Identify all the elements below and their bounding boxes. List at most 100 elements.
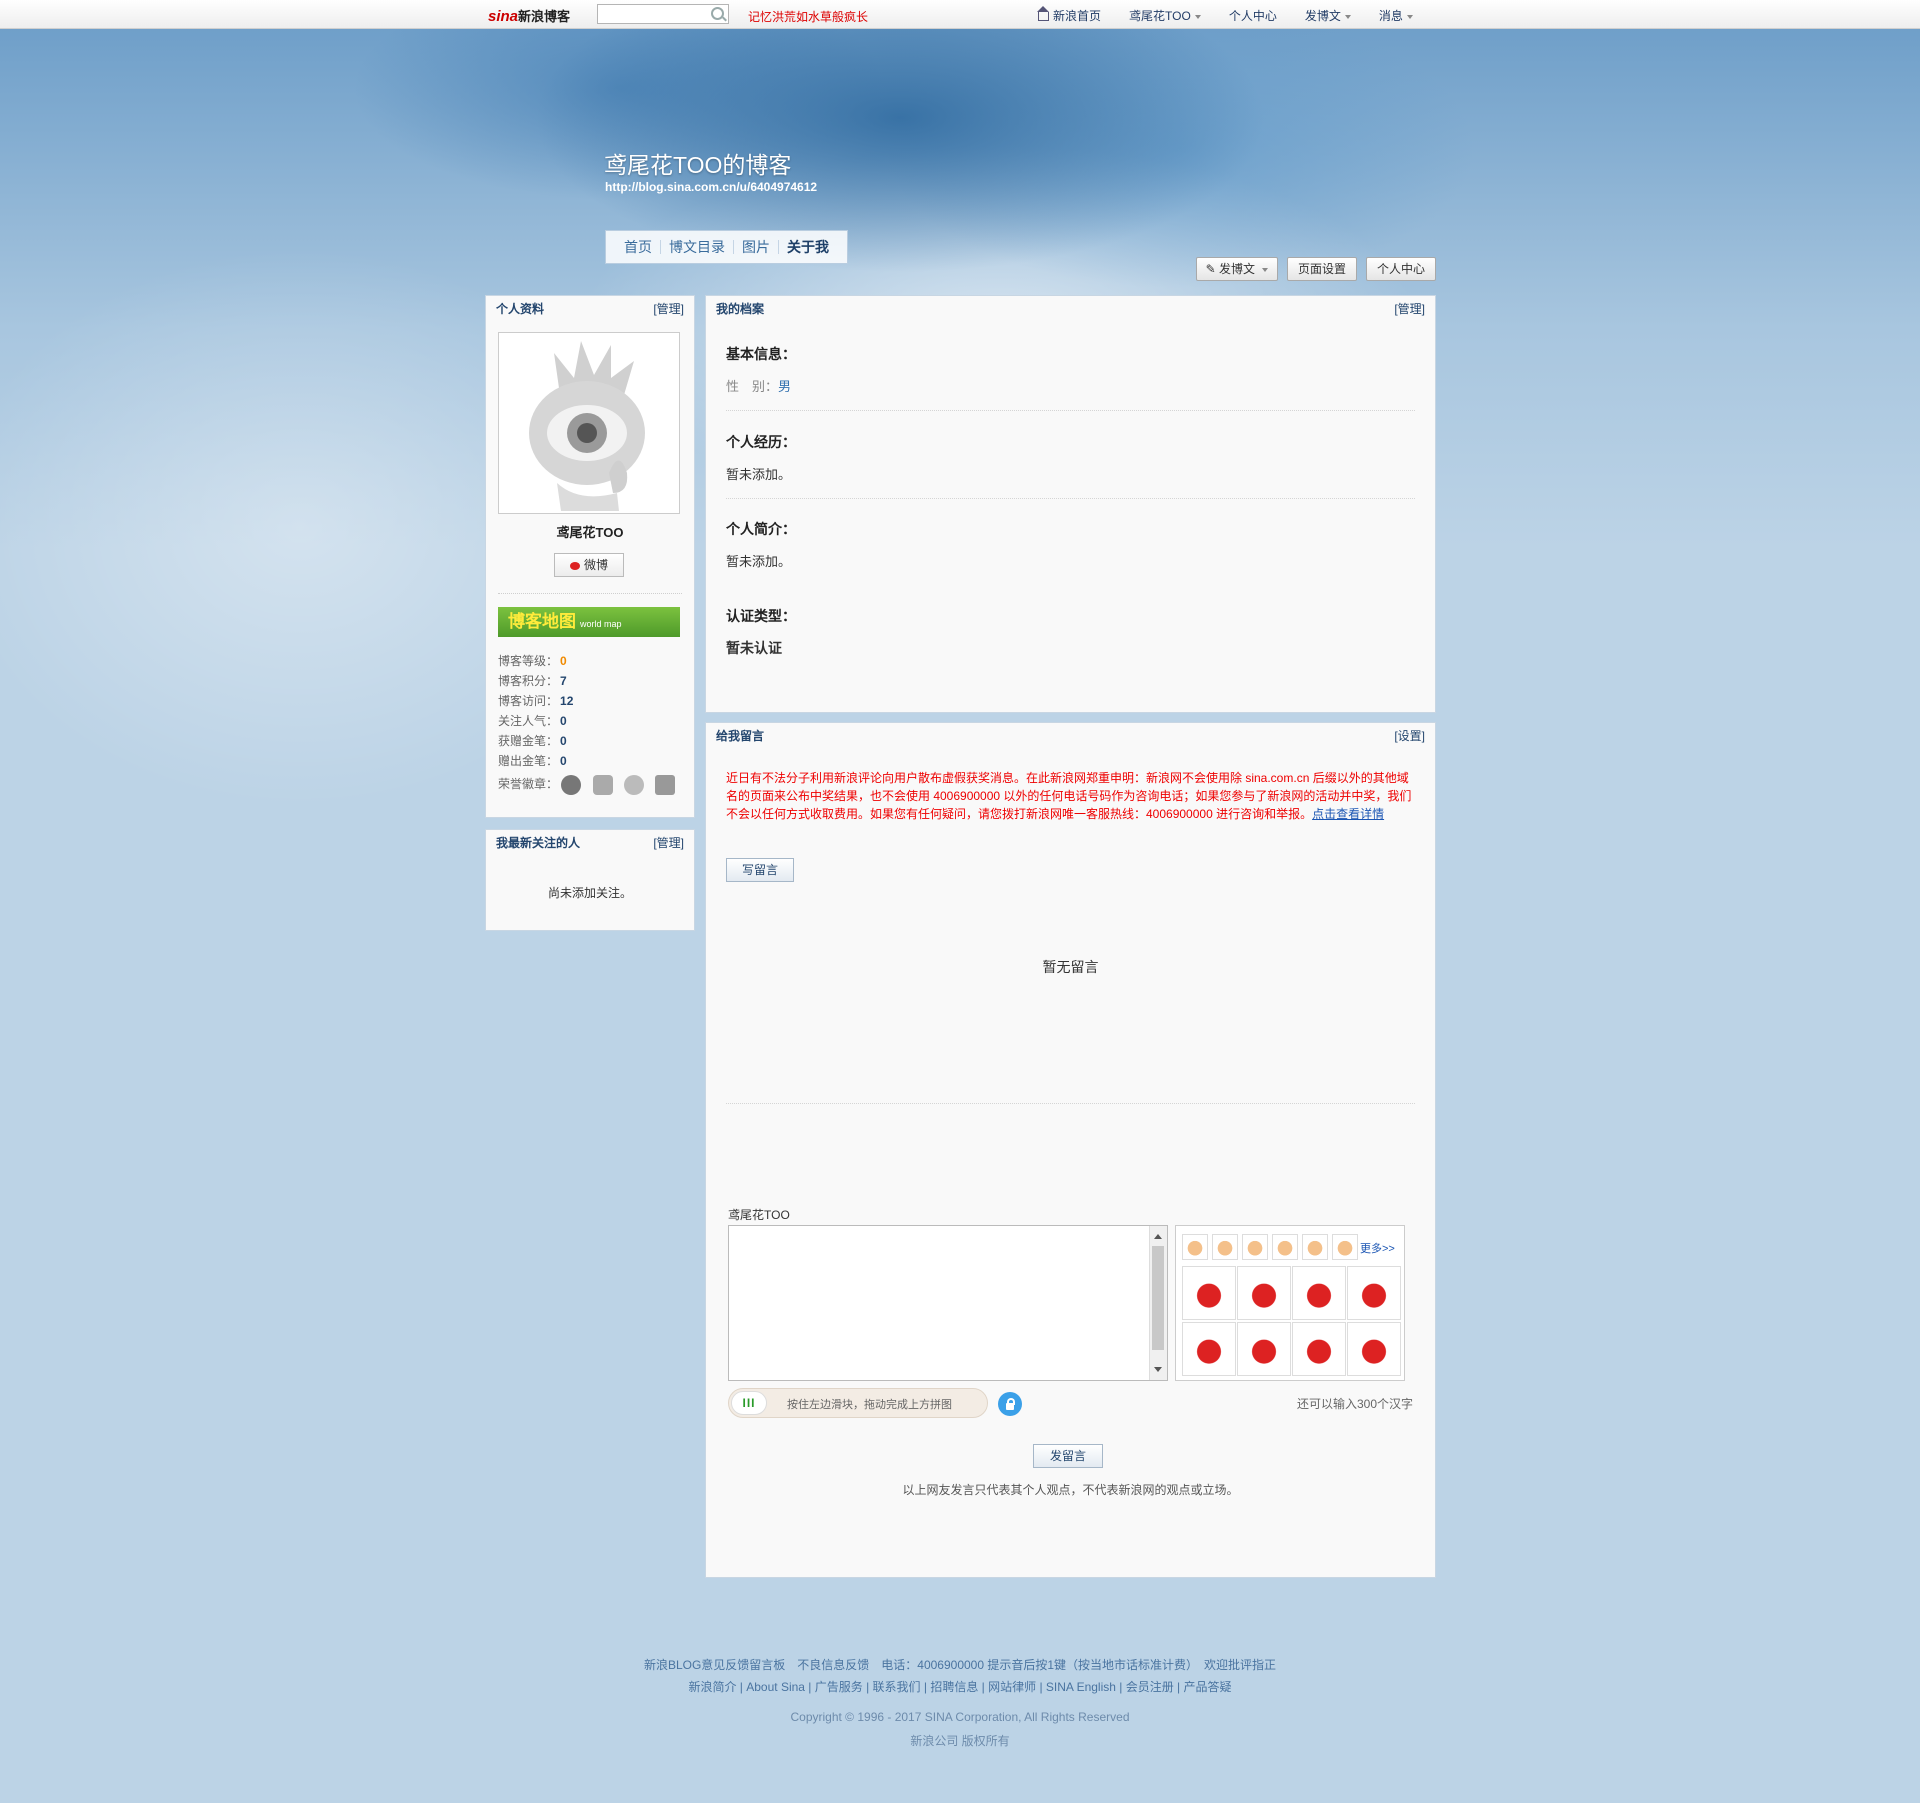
notice-detail-link[interactable]: 点击查看详情: [1312, 807, 1384, 821]
chevron-down-icon: [1344, 14, 1351, 19]
post-button[interactable]: ✎ 发博文: [1196, 257, 1278, 281]
emoji-icon[interactable]: [1302, 1234, 1328, 1260]
avatar[interactable]: [498, 332, 680, 514]
divider: [726, 410, 1415, 411]
char-remaining: 还可以输入300个汉字: [1296, 1397, 1413, 1411]
fraud-notice: 近日有不法分子利用新浪评论向用户散布虚假获奖消息。在此新浪网郑重申明：新浪网不会…: [726, 769, 1413, 823]
emoji-icon[interactable]: [1212, 1234, 1238, 1260]
following-panel-header: 我最新关注的人 [管理]: [486, 830, 694, 858]
divider: [726, 1103, 1415, 1104]
emoji-more-link[interactable]: 更多>>: [1360, 1240, 1395, 1256]
stat-label: 博客访问：: [498, 694, 559, 708]
textarea-scrollbar[interactable]: [1149, 1226, 1167, 1380]
submit-message-button[interactable]: 发留言: [1033, 1444, 1103, 1468]
map-banner-sub: world map: [580, 619, 622, 629]
stat-label: 荣誉徽章：: [498, 777, 559, 791]
lock-icon[interactable]: [998, 1392, 1022, 1416]
logo-text: 新浪博客: [518, 9, 571, 24]
search-icon[interactable]: [711, 7, 724, 20]
tab-about[interactable]: 关于我: [779, 240, 837, 254]
write-message-button[interactable]: 写留言: [726, 858, 794, 882]
blog-map-banner[interactable]: 博客地图 world map: [498, 607, 680, 637]
no-messages: 暂无留言: [1042, 959, 1099, 975]
settings-link[interactable]: [设置]: [1394, 723, 1425, 749]
following-empty: 尚未添加关注。: [547, 886, 632, 900]
emoji-icon[interactable]: [1182, 1266, 1236, 1320]
chevron-down-icon: [1406, 14, 1413, 19]
section-title: 个人经历：: [726, 434, 796, 450]
profile-panel-header: 个人资料 [管理]: [486, 296, 694, 324]
home-icon: [1037, 6, 1049, 21]
page-settings-button[interactable]: 页面设置: [1287, 257, 1357, 281]
nav-user-center[interactable]: 个人中心: [1229, 7, 1277, 24]
nav-messages[interactable]: 消息: [1379, 7, 1413, 24]
user-center-button[interactable]: 个人中心: [1366, 257, 1436, 281]
emoji-icon[interactable]: [1182, 1234, 1208, 1260]
scroll-down-icon[interactable]: [1154, 1367, 1162, 1372]
question-badge-icon[interactable]: [561, 774, 582, 795]
emoji-icon[interactable]: [1292, 1322, 1346, 1376]
gender-value: 男: [778, 379, 792, 394]
emoji-icon[interactable]: [1242, 1234, 1268, 1260]
emoji-icon[interactable]: [1182, 1322, 1236, 1376]
weibo-label: 微博: [583, 558, 608, 572]
tab-home[interactable]: 首页: [616, 240, 661, 254]
emoji-icon[interactable]: [1347, 1266, 1401, 1320]
nickname[interactable]: 鸢尾花TOO: [486, 522, 694, 541]
comment-textarea[interactable]: [728, 1225, 1168, 1381]
section-value: 暂未添加。: [726, 554, 792, 569]
nav-label: 鸢尾花TOO: [1129, 9, 1191, 23]
emoji-icon[interactable]: [1237, 1266, 1291, 1320]
emoji-picker: 更多>>: [1175, 1225, 1405, 1381]
cert-section: 认证类型： 暂未认证: [726, 606, 1415, 658]
experience-section: 个人经历： 暂未添加。: [726, 432, 1415, 483]
gender-row: 性 别：男: [726, 376, 1415, 395]
manage-link[interactable]: [管理]: [1394, 296, 1425, 322]
slider-hint: 按住左边滑块，拖动完成上方拼图: [787, 1399, 952, 1411]
stat-value[interactable]: 0: [560, 654, 567, 668]
tab-photos[interactable]: 图片: [734, 240, 779, 254]
emoji-icon[interactable]: [1272, 1234, 1298, 1260]
emoji-icon[interactable]: [1237, 1322, 1291, 1376]
nav-label: 个人中心: [1228, 9, 1277, 23]
stat-label: 关注人气：: [498, 714, 559, 728]
hotword-link[interactable]: 记忆洪荒如水草般疯长: [748, 8, 868, 25]
sina-blog-logo[interactable]: sina新浪博客: [488, 6, 570, 25]
guestbook-panel-header: 给我留言 [设置]: [706, 723, 1435, 751]
blog-title[interactable]: 鸢尾花TOO的博客: [604, 146, 791, 180]
emoji-icon[interactable]: [1292, 1266, 1346, 1320]
gender-label: 性 别：: [726, 379, 779, 394]
tab-posts[interactable]: 博文目录: [661, 240, 734, 254]
blog-tabs: 首页 博文目录 图片 关于我: [605, 230, 848, 264]
stat-level: 博客等级： 0: [498, 651, 683, 671]
nav-post[interactable]: 发博文: [1305, 7, 1351, 24]
stat-value[interactable]: 7: [560, 674, 567, 688]
basic-info-section: 基本信息： 性 别：男: [726, 344, 1415, 395]
emoji-icon[interactable]: [1347, 1322, 1401, 1376]
weibo-button[interactable]: 微博: [554, 553, 624, 577]
section-value: 暂未认证: [726, 640, 782, 656]
stat-value: 0: [560, 714, 567, 728]
nav-sina-home[interactable]: 新浪首页: [1037, 6, 1101, 24]
nav-user-menu[interactable]: 鸢尾花TOO: [1129, 7, 1201, 24]
lock-badge-icon[interactable]: [624, 774, 645, 795]
stat-label: 博客积分：: [498, 674, 559, 688]
manage-link[interactable]: [管理]: [653, 830, 684, 856]
footer-links-2[interactable]: 新浪简介 | About Sina | 广告服务 | 联系我们 | 招聘信息 |…: [0, 1678, 1920, 1695]
manage-link[interactable]: [管理]: [653, 296, 684, 322]
stat-popularity: 关注人气： 0: [498, 711, 683, 731]
footer-links-1[interactable]: 新浪BLOG意见反馈留言板 不良信息反馈 电话：4006900000 提示音后按…: [0, 1656, 1920, 1673]
nav-label: 消息: [1378, 9, 1403, 23]
camera-badge-icon[interactable]: [592, 774, 613, 795]
slider-handle[interactable]: III: [731, 1391, 767, 1415]
divider: [498, 593, 682, 594]
guestbook-panel: 给我留言 [设置] 近日有不法分子利用新浪评论向用户散布虚假获奖消息。在此新浪网郑…: [705, 722, 1436, 1578]
search-input[interactable]: [597, 4, 729, 24]
footer-company: 新浪公司 版权所有: [910, 1734, 1010, 1748]
stat-label: 博客等级：: [498, 654, 559, 668]
scroll-up-icon[interactable]: [1154, 1234, 1162, 1239]
blog-url[interactable]: http://blog.sina.com.cn/u/6404974612: [605, 180, 817, 194]
pen-badge-icon[interactable]: [655, 774, 676, 795]
emoji-icon[interactable]: [1332, 1234, 1358, 1260]
scroll-thumb[interactable]: [1152, 1246, 1164, 1350]
